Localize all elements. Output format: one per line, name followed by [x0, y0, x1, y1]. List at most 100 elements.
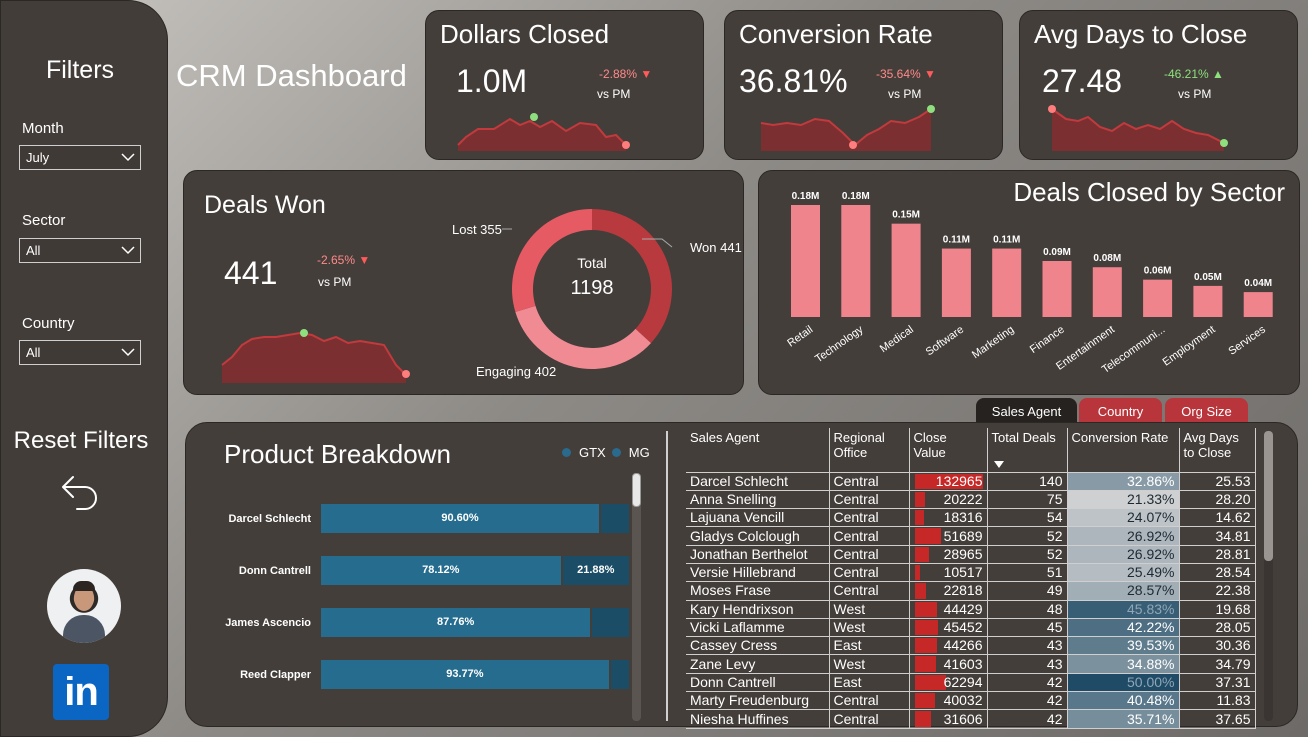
reset-filters-label[interactable]: Reset Filters: [1, 427, 161, 455]
filters-title: Filters: [45, 56, 115, 84]
total-deals-cell: 45: [987, 618, 1068, 638]
avg-days-cell: 25.53: [1179, 472, 1256, 491]
chart-bar[interactable]: [1243, 292, 1273, 317]
country-filter-select[interactable]: All: [19, 340, 141, 365]
sector-filter-label: Sector: [22, 212, 66, 229]
column-header[interactable]: Close Value: [909, 428, 988, 473]
conversion-rate-cell: 21.33%: [1067, 490, 1180, 510]
close-value-text: 41603: [943, 655, 983, 672]
tab-country[interactable]: Country: [1079, 398, 1162, 423]
table-scrollbar[interactable]: [1264, 431, 1273, 721]
agent-name-cell: Darcel Schlecht: [686, 472, 830, 491]
chart-bar[interactable]: [941, 248, 971, 317]
donut-center: Total 1198: [552, 255, 632, 300]
tab-org-size[interactable]: Org Size: [1165, 398, 1248, 423]
table-row[interactable]: Jonathan Berthelot Central 28965 52 26.92% 28…: [686, 545, 1256, 564]
data-label: 0.05M: [1194, 272, 1222, 283]
table-row[interactable]: Donn Cantrell East 62294 42 50.00% 37.31: [686, 673, 1256, 693]
kpi-value: 1.0M: [456, 63, 528, 99]
close-value-cell: 51689: [909, 526, 988, 546]
close-value-text: 31606: [943, 710, 983, 727]
deals-won-value: 441: [224, 255, 278, 291]
table-row[interactable]: Lajuana Vencill Central 18316 54 24.07% 14.62: [686, 508, 1256, 528]
avg-days-cell: 30.36: [1179, 636, 1256, 656]
table-row[interactable]: Gladys Colclough Central 51689 52 26.92% 34.8…: [686, 526, 1256, 546]
undo-arrow-icon[interactable]: [59, 473, 101, 515]
table-row[interactable]: Vicki Laflamme West 45452 45 42.22% 28.05: [686, 618, 1256, 638]
table-row[interactable]: Zane Levy West 41603 43 34.88% 34.79: [686, 654, 1256, 674]
dashboard-title: CRM Dashboard: [176, 58, 407, 93]
table-row[interactable]: Kary Hendrixson West 44429 48 45.83% 19.68: [686, 600, 1256, 619]
kpi-delta: -46.21% ▲: [1164, 67, 1224, 81]
column-header[interactable]: Regional Office: [829, 428, 910, 473]
avg-days-cell: 34.81: [1179, 526, 1256, 546]
conversion-rate-cell: 32.86%: [1067, 472, 1180, 491]
product-scrollbar[interactable]: [632, 473, 641, 721]
kpi-vs-label: vs PM: [1178, 87, 1212, 101]
close-value-bar: [914, 638, 938, 654]
kpi-value: 27.48: [1042, 63, 1123, 99]
chart-bar[interactable]: [1193, 285, 1223, 317]
close-value-bar: [914, 564, 920, 581]
column-header[interactable]: Conversion Rate: [1067, 428, 1180, 473]
avg-days-cell: 28.54: [1179, 563, 1256, 583]
table-row[interactable]: Versie Hillebrand Central 10517 51 25.49% 28.…: [686, 563, 1256, 583]
chevron-down-icon: [121, 246, 135, 255]
chart-bar[interactable]: [992, 248, 1022, 317]
bar-label: Darcel Schlecht: [228, 513, 311, 525]
gtx-value: 87.76%: [436, 616, 475, 628]
kpi-vs-label: vs PM: [888, 87, 922, 101]
chart-bar[interactable]: [841, 205, 871, 317]
deals-won-title: Deals Won: [204, 191, 326, 219]
conversion-rate-cell: 40.48%: [1067, 691, 1180, 711]
bar-label: Reed Clapper: [240, 669, 311, 681]
chart-bar[interactable]: [1042, 261, 1072, 317]
month-filter-select[interactable]: July: [19, 145, 141, 170]
table-row[interactable]: Niesha Huffines Central 31606 42 35.71% 37.65: [686, 709, 1256, 729]
table-row[interactable]: Cassey Cress East 44266 43 39.53% 30.36: [686, 636, 1256, 656]
table-row[interactable]: Anna Snelling Central 20222 75 21.33% 28.20: [686, 490, 1256, 510]
scrollbar-thumb[interactable]: [1264, 431, 1273, 561]
close-value-cell: 22818: [909, 581, 988, 601]
category-label: Employment: [1161, 324, 1218, 369]
close-value-text: 22818: [943, 582, 983, 599]
close-value-bar: [914, 528, 941, 544]
total-deals-cell: 43: [987, 654, 1068, 674]
gtx-value: 90.60%: [441, 512, 479, 524]
sparkline-chart: [1048, 105, 1228, 151]
donut-segment[interactable]: [515, 305, 651, 369]
divider: [666, 431, 668, 721]
table-row[interactable]: Marty Freudenburg Central 40032 42 40.48% 11.…: [686, 691, 1256, 711]
data-label: 0.08M: [1093, 253, 1121, 264]
close-value-cell: 44429: [909, 600, 988, 619]
kpi-delta: -35.64% ▼: [876, 67, 936, 81]
table-row[interactable]: Darcel Schlecht Central 132965 140 32.86% 25.…: [686, 472, 1256, 491]
close-value-cell: 45452: [909, 618, 988, 638]
month-filter-label: Month: [22, 120, 64, 137]
column-header[interactable]: Sales Agent: [686, 428, 830, 473]
chart-bar[interactable]: [891, 223, 921, 317]
regional-office-cell: West: [829, 654, 910, 674]
linkedin-icon[interactable]: in: [53, 664, 109, 720]
tab-sales-agent[interactable]: Sales Agent: [976, 398, 1077, 423]
deals-won-delta: -2.65% ▼: [317, 253, 371, 267]
close-value-text: 10517: [943, 564, 983, 581]
conversion-rate-cell: 50.00%: [1067, 673, 1180, 693]
sector-filter-select[interactable]: All: [19, 238, 141, 263]
chart-bar[interactable]: [791, 205, 820, 317]
kpi-title: Dollars Closed: [440, 19, 610, 49]
kpi-title: Avg Days to Close: [1034, 19, 1248, 49]
table-row[interactable]: Moses Frase Central 22818 49 28.57% 22.38: [686, 581, 1256, 601]
close-value-cell: 18316: [909, 508, 988, 528]
category-label: Retail: [785, 324, 815, 350]
data-label: 0.11M: [943, 235, 970, 246]
chart-bar[interactable]: [1143, 279, 1173, 317]
filter-sidebar: Filters Month July Sector All Country Al…: [0, 0, 168, 737]
chart-bar[interactable]: [1092, 267, 1122, 317]
column-header[interactable]: Avg Days to Close: [1179, 428, 1256, 473]
avg-days-cell: 28.81: [1179, 545, 1256, 564]
scrollbar-thumb[interactable]: [632, 473, 641, 507]
column-header-sorted[interactable]: Total Deals: [987, 428, 1068, 473]
sector-bar-chart: 0.18M Retail 0.18M Technology 0.15M Medical 0.…: [785, 191, 1273, 376]
regional-office-cell: Central: [829, 545, 910, 564]
